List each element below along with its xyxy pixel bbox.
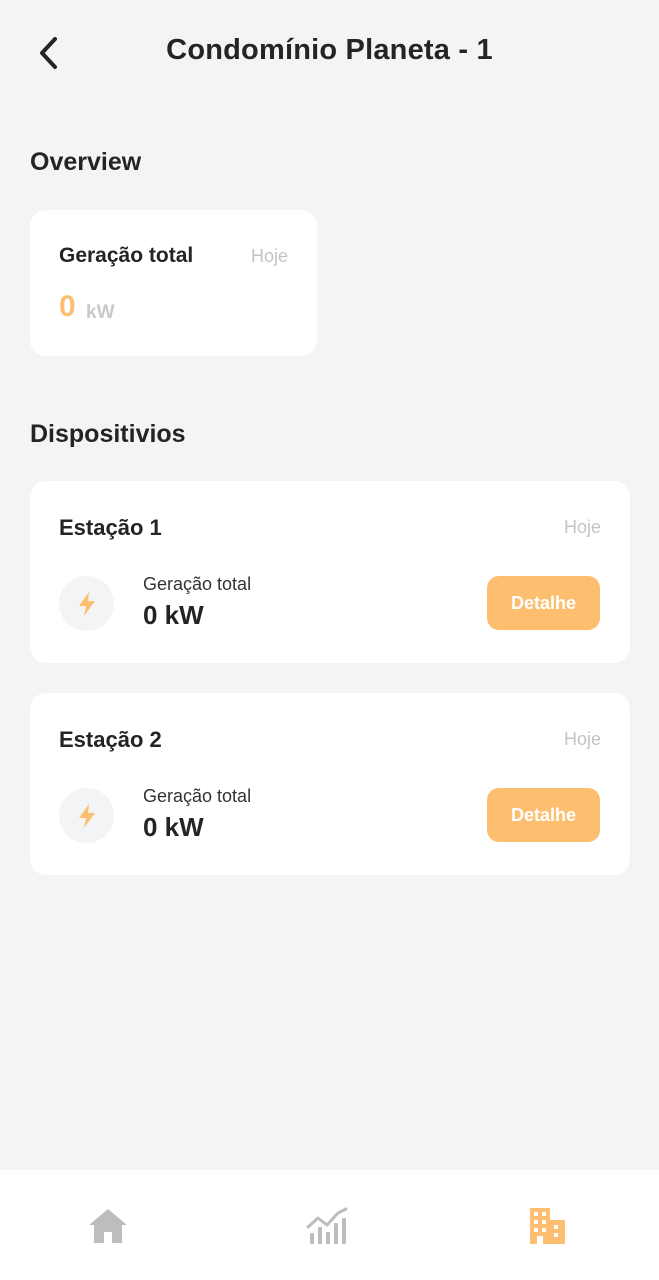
devices-section-title: Dispositivios: [30, 420, 186, 448]
device-period: Hoje: [563, 517, 601, 537]
overview-label: Geração total: [59, 244, 194, 267]
lightning-bolt-icon: [78, 591, 95, 616]
lightning-bolt-icon: [78, 803, 95, 828]
generation-label: Geração total: [143, 574, 252, 594]
overview-period: Hoje: [250, 246, 288, 266]
device-period: Hoje: [563, 729, 601, 749]
nav-buildings[interactable]: [517, 1196, 577, 1256]
page-title: Condomínio Planeta - 1: [166, 34, 493, 66]
overview-section-title: Overview: [30, 148, 142, 176]
device-name: Estação 2: [59, 727, 162, 752]
overview-value: 0: [59, 290, 76, 323]
device-card: Estação 2 Hoje Geração total 0 kW Detalh…: [30, 693, 630, 875]
device-card: Estação 1 Hoje Geração total 0 kW Detalh…: [30, 481, 630, 663]
generation-label: Geração total: [143, 786, 252, 806]
building-icon: [530, 1208, 565, 1244]
generation-value: 0 kW: [143, 812, 204, 842]
device-icon-circle: [59, 576, 114, 631]
nav-chart[interactable]: [297, 1196, 357, 1256]
screen: Condomínio Planeta - 1 Overview Geração …: [0, 0, 659, 1280]
chart-icon: [306, 1207, 348, 1244]
device-name: Estação 1: [59, 515, 162, 540]
overview-unit: kW: [86, 302, 115, 323]
home-icon: [89, 1209, 127, 1243]
detail-button[interactable]: Detalhe: [487, 788, 600, 842]
header: Condomínio Planeta - 1: [0, 0, 659, 108]
detail-button[interactable]: Detalhe: [487, 576, 600, 630]
bottom-nav: [0, 1170, 659, 1280]
generation-value: 0 kW: [143, 600, 204, 630]
device-icon-circle: [59, 788, 114, 843]
nav-home[interactable]: [78, 1196, 138, 1256]
overview-card: Geração total Hoje 0 kW: [30, 210, 317, 356]
